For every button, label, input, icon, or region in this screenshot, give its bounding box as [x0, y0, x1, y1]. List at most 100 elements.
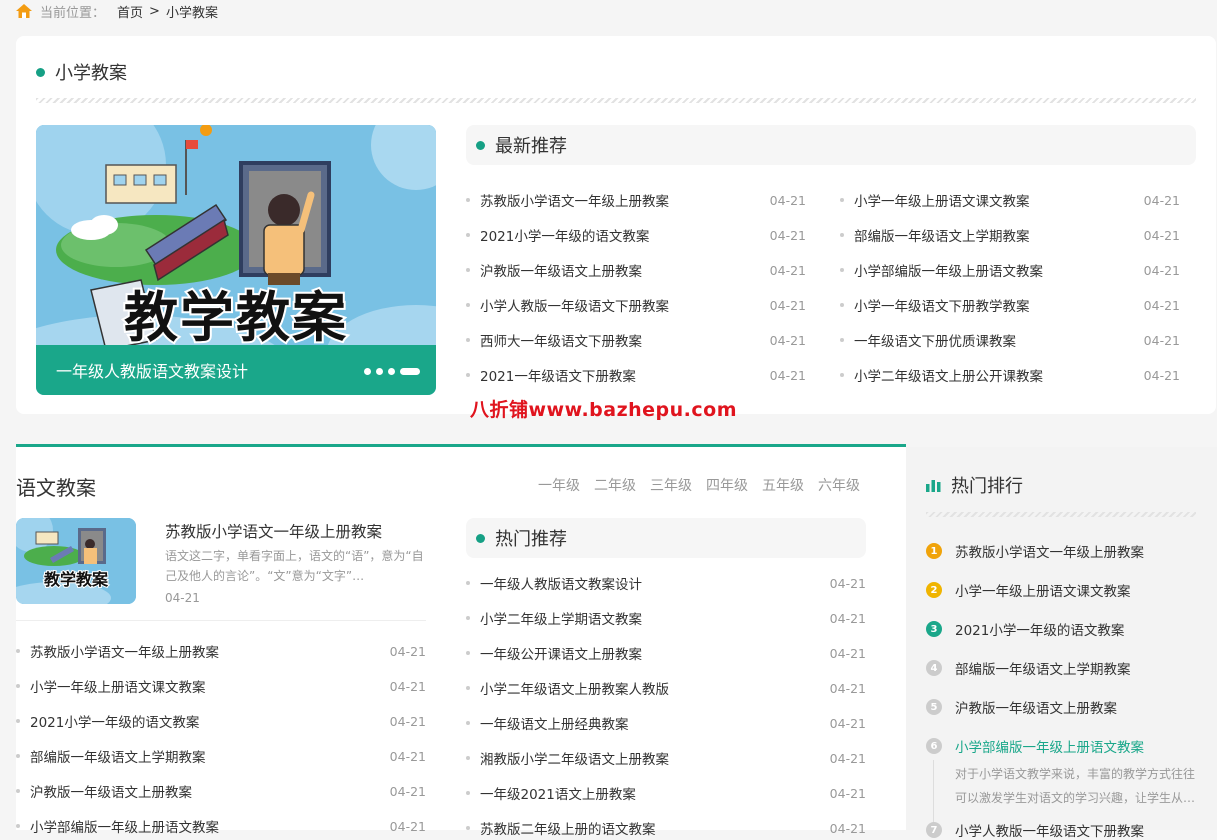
list-item[interactable]: 小学部编版一年级上册语文教案 04-21 [16, 816, 426, 836]
ranking-item-title: 小学部编版一年级上册语文教案 [955, 740, 1144, 756]
list-item-date: 04-21 [769, 227, 806, 243]
bullet-dot-icon [840, 338, 844, 342]
bullet-dot-icon [840, 233, 844, 237]
featured-divider [16, 620, 426, 621]
list-item[interactable]: 部编版一年级语文上学期教案 04-21 [840, 225, 1180, 245]
hot-recommend-title: 热门推荐 [495, 529, 567, 550]
bullet-dot-icon [840, 373, 844, 377]
ranking-item[interactable]: 6 小学部编版一年级上册语文教案 [926, 736, 1144, 756]
banner-slide[interactable]: 教学教案 一年级人教版语文教案设计 [36, 125, 436, 395]
ranking-item[interactable]: 7 小学人教版一年级语文下册教案 [926, 820, 1144, 840]
featured-illustration [16, 518, 136, 604]
bullet-dot-icon [16, 754, 20, 758]
list-item[interactable]: 苏教版小学语文一年级上册教案 04-21 [16, 641, 426, 661]
list-item-date: 04-21 [769, 262, 806, 278]
list-item[interactable]: 2021小学一年级的语文教案 04-21 [16, 711, 426, 731]
list-item[interactable]: 2021一年级语文下册教案 04-21 [466, 365, 806, 385]
ranking-item[interactable]: 2 小学一年级上册语文课文教案 [926, 580, 1131, 600]
section-accent-bar [16, 444, 906, 447]
featured-description: 语文这二字，单看字面上，语文的“语”，意为“自己及他人的言论”。“文”意为“文字… [165, 549, 424, 583]
list-item-date: 04-21 [389, 713, 426, 729]
featured-thumbnail[interactable]: 教学教案 [16, 518, 136, 604]
banner-dot[interactable] [388, 368, 395, 375]
list-item[interactable]: 沪教版一年级语文上册教案 04-21 [466, 260, 806, 280]
watermark-text: 八折铺www.bazhepu.com [470, 399, 738, 421]
list-item[interactable]: 2021小学一年级的语文教案 04-21 [466, 225, 806, 245]
ranking-item[interactable]: 1 苏教版小学语文一年级上册教案 [926, 541, 1144, 561]
list-item[interactable]: 一年级语文上册经典教案 04-21 [466, 713, 866, 733]
list-item[interactable]: 一年级公开课语文上册教案 04-21 [466, 643, 866, 663]
grade-tab[interactable]: 六年级 [818, 475, 860, 495]
banner-dot-active[interactable] [400, 368, 420, 375]
list-item-date: 04-21 [769, 192, 806, 208]
bullet-dot-icon [466, 581, 470, 585]
bullet-dot-icon [16, 719, 20, 723]
list-item-date: 04-21 [389, 643, 426, 659]
ranking-item[interactable]: 5 沪教版一年级语文上册教案 [926, 697, 1117, 717]
grade-tab[interactable]: 三年级 [650, 475, 692, 495]
bullet-dot-icon [466, 651, 470, 655]
bullet-dot-icon [466, 826, 470, 830]
grade-tab[interactable]: 五年级 [762, 475, 804, 495]
hot-recommend-header: 热门推荐 [466, 518, 866, 558]
banner-art-text: 教学教案 [122, 284, 348, 351]
list-item[interactable]: 小学二年级上学期语文教案 04-21 [466, 608, 866, 628]
list-item[interactable]: 小学一年级上册语文课文教案 04-21 [16, 676, 426, 696]
list-item-title: 部编版一年级语文上学期教案 [854, 229, 1030, 245]
title-dot-icon [476, 140, 485, 150]
list-item[interactable]: 小学人教版一年级语文下册教案 04-21 [466, 295, 806, 315]
list-item[interactable]: 部编版一年级语文上学期教案 04-21 [16, 746, 426, 766]
list-item-date: 04-21 [829, 680, 866, 696]
list-item-title: 一年级语文下册优质课教案 [854, 334, 1016, 350]
banner-pagination [364, 368, 420, 375]
bullet-dot-icon [16, 649, 20, 653]
grade-tab[interactable]: 一年级 [538, 475, 580, 495]
rank-number-badge: 3 [926, 621, 942, 637]
list-item[interactable]: 小学一年级上册语文课文教案 04-21 [840, 190, 1180, 210]
list-item[interactable]: 小学部编版一年级上册语文教案 04-21 [840, 260, 1180, 280]
bullet-dot-icon [840, 303, 844, 307]
list-item-title: 沪教版一年级语文上册教案 [480, 264, 642, 280]
bullet-dot-icon [466, 686, 470, 690]
top-panel: 小学教案 教学教案 一年级人教版语文教案设计 最新推荐 苏教版小学语文一年级上册… [16, 36, 1216, 414]
breadcrumb-home-link[interactable]: 首页 [117, 2, 143, 21]
list-item-date: 04-21 [389, 748, 426, 764]
list-item-date: 04-21 [1143, 367, 1180, 383]
list-item-date: 04-21 [1143, 192, 1180, 208]
list-item-date: 04-21 [829, 750, 866, 766]
list-item-title: 2021小学一年级的语文教案 [480, 229, 650, 245]
breadcrumb-label: 当前位置： [40, 5, 106, 21]
bullet-dot-icon [466, 338, 470, 342]
list-item-title: 一年级人教版语文教案设计 [480, 577, 642, 593]
list-item-title: 一年级2021语文上册教案 [480, 787, 636, 803]
banner-dot[interactable] [376, 368, 383, 375]
ranking-item[interactable]: 4 部编版一年级语文上学期教案 [926, 658, 1131, 678]
list-item[interactable]: 苏教版小学语文一年级上册教案 04-21 [466, 190, 806, 210]
list-item-title: 小学人教版一年级语文下册教案 [480, 299, 669, 315]
grade-tab[interactable]: 二年级 [594, 475, 636, 495]
list-item[interactable]: 西师大一年级语文下册教案 04-21 [466, 330, 806, 350]
list-item[interactable]: 一年级2021语文上册教案 04-21 [466, 783, 866, 803]
list-item[interactable]: 沪教版一年级语文上册教案 04-21 [16, 781, 426, 801]
list-item[interactable]: 湘教版小学二年级语文上册教案 04-21 [466, 748, 866, 768]
list-item-date: 04-21 [829, 610, 866, 626]
featured-title-link[interactable]: 苏教版小学语文一年级上册教案 [165, 520, 382, 542]
list-item-date: 04-21 [389, 783, 426, 799]
bullet-dot-icon [466, 616, 470, 620]
list-item[interactable]: 一年级语文下册优质课教案 04-21 [840, 330, 1180, 350]
list-item-date: 04-21 [829, 715, 866, 731]
grade-tab[interactable]: 四年级 [706, 475, 748, 495]
list-item[interactable]: 小学二年级语文上册公开课教案 04-21 [840, 365, 1180, 385]
ranking-item[interactable]: 3 2021小学一年级的语文教案 [926, 619, 1124, 639]
bullet-dot-icon [466, 303, 470, 307]
list-item-title: 小学部编版一年级上册语文教案 [30, 820, 219, 836]
banner-dot[interactable] [364, 368, 371, 375]
list-item[interactable]: 小学一年级语文下册教学教案 04-21 [840, 295, 1180, 315]
list-item[interactable]: 小学二年级语文上册教案人教版 04-21 [466, 678, 866, 698]
bullet-dot-icon [466, 791, 470, 795]
yuwen-panel [16, 447, 906, 830]
rank-number-badge: 1 [926, 543, 942, 559]
list-item[interactable]: 苏教版二年级上册的语文教案 04-21 [466, 818, 866, 838]
bullet-dot-icon [466, 373, 470, 377]
list-item[interactable]: 一年级人教版语文教案设计 04-21 [466, 573, 866, 593]
